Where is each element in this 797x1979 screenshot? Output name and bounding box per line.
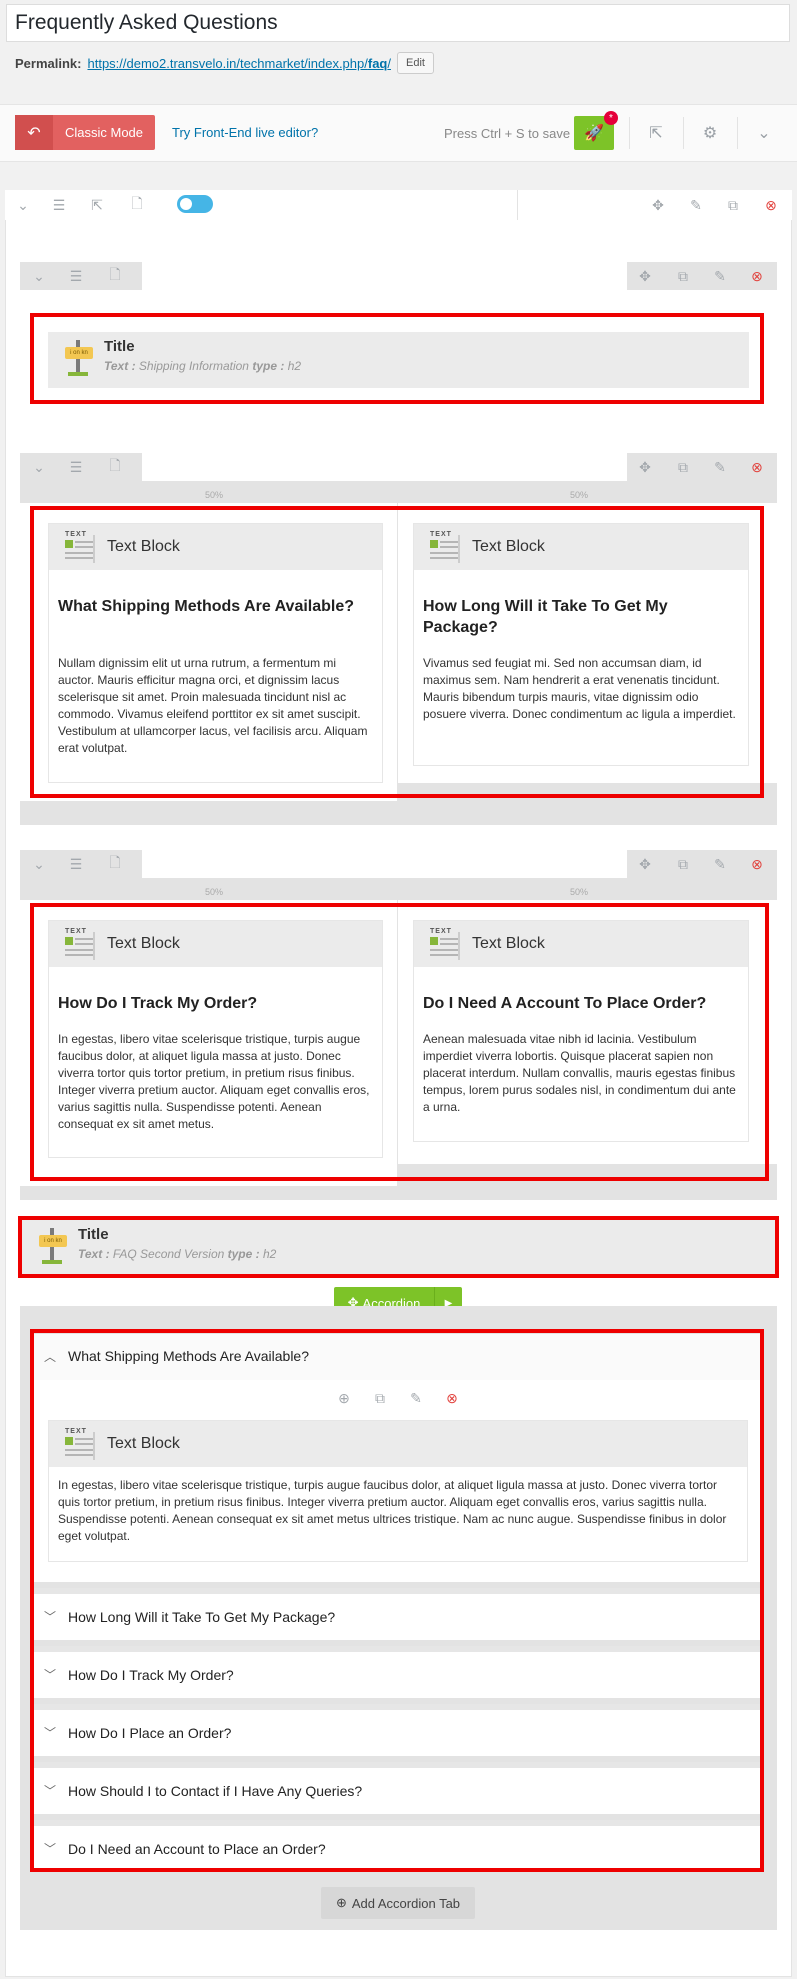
highlight-box: [30, 903, 769, 1181]
chevron-down-icon[interactable]: ⌄: [752, 121, 776, 145]
back-arrow-icon: ↶: [15, 115, 53, 150]
add-document-icon[interactable]: 🗋: [104, 456, 126, 478]
editor-controls-bar: ⌄ ☰ ⇱ 🗋 ✥ ✎ ⧉ ⊗: [5, 190, 792, 220]
move-icon[interactable]: ✥: [647, 194, 669, 216]
post-title-input[interactable]: Frequently Asked Questions: [6, 4, 790, 42]
delete-icon[interactable]: ⊗: [760, 194, 782, 216]
permalink-slug: faq: [367, 55, 388, 71]
permalink-edit-button[interactable]: Edit: [397, 52, 434, 74]
toggle-switch[interactable]: [177, 195, 213, 213]
column-width-label: 50%: [570, 490, 589, 500]
add-document-icon[interactable]: 🗋: [104, 853, 126, 875]
chevron-down-icon[interactable]: ⌄: [28, 456, 50, 478]
delete-icon[interactable]: ⊗: [746, 265, 768, 287]
chevron-down-icon[interactable]: ⌄: [28, 853, 50, 875]
composer-toolbar: ↶ Classic Mode Try Front-End live editor…: [0, 104, 797, 162]
highlight-box: [18, 1216, 779, 1278]
classic-mode-label: Classic Mode: [64, 125, 144, 140]
chevron-down-icon[interactable]: ⌄: [12, 194, 34, 216]
add-document-icon[interactable]: 🗋: [126, 194, 148, 216]
external-link-icon[interactable]: ⇱: [644, 121, 668, 145]
add-accordion-tab-button[interactable]: ⊕ Add Accordion Tab: [321, 1887, 475, 1919]
row-header: [142, 453, 627, 481]
column-width-label: 50%: [570, 887, 589, 897]
toolbar-divider: [629, 117, 630, 149]
clone-icon[interactable]: ⧉: [672, 265, 694, 287]
row-header: [142, 262, 627, 290]
column-width-label: 50%: [205, 887, 224, 897]
save-hint: Press Ctrl + S to save: [444, 126, 571, 141]
delete-icon[interactable]: ⊗: [746, 456, 768, 478]
move-icon[interactable]: ✥: [634, 853, 656, 875]
clone-icon[interactable]: ⧉: [672, 456, 694, 478]
add-accordion-tab-label: Add Accordion Tab: [351, 1895, 461, 1911]
list-icon[interactable]: ☰: [65, 265, 87, 287]
highlight-box: [30, 1329, 764, 1872]
clone-icon[interactable]: ⧉: [672, 853, 694, 875]
gear-icon[interactable]: ⚙: [698, 121, 722, 145]
frontend-editor-link[interactable]: Try Front-End live editor?: [172, 125, 318, 140]
unsaved-badge: *: [604, 111, 618, 125]
highlight-box: [30, 506, 764, 798]
permalink-row: Permalink: https://demo2.transvelo.in/te…: [15, 52, 434, 74]
move-icon[interactable]: ✥: [634, 265, 656, 287]
list-icon[interactable]: ☰: [65, 853, 87, 875]
add-document-icon[interactable]: 🗋: [104, 265, 126, 287]
chevron-down-icon[interactable]: ⌄: [28, 265, 50, 287]
external-link-icon[interactable]: ⇱: [86, 194, 108, 216]
edit-icon[interactable]: ✎: [685, 194, 707, 216]
edit-icon[interactable]: ✎: [709, 265, 731, 287]
move-icon[interactable]: ✥: [634, 456, 656, 478]
list-icon[interactable]: ☰: [65, 456, 87, 478]
bar-divider: [517, 190, 518, 220]
highlight-box: [30, 313, 764, 404]
rocket-icon: 🚀: [584, 125, 604, 142]
toolbar-divider: [683, 117, 684, 149]
column-width-label: 50%: [205, 490, 224, 500]
classic-mode-button[interactable]: ↶ Classic Mode: [15, 115, 155, 150]
permalink-label: Permalink:: [15, 55, 82, 71]
permalink-tail: /: [387, 55, 391, 71]
delete-icon[interactable]: ⊗: [746, 853, 768, 875]
edit-icon[interactable]: ✎: [709, 853, 731, 875]
toolbar-divider: [737, 117, 738, 149]
list-icon[interactable]: ☰: [48, 194, 70, 216]
edit-icon[interactable]: ✎: [709, 456, 731, 478]
row-header: [142, 850, 627, 878]
clone-icon[interactable]: ⧉: [722, 194, 744, 216]
plus-circle-icon: ⊕: [335, 1895, 347, 1910]
permalink-base: https://demo2.transvelo.in/techmarket/in…: [87, 55, 368, 71]
permalink-link[interactable]: https://demo2.transvelo.in/techmarket/in…: [87, 56, 391, 71]
